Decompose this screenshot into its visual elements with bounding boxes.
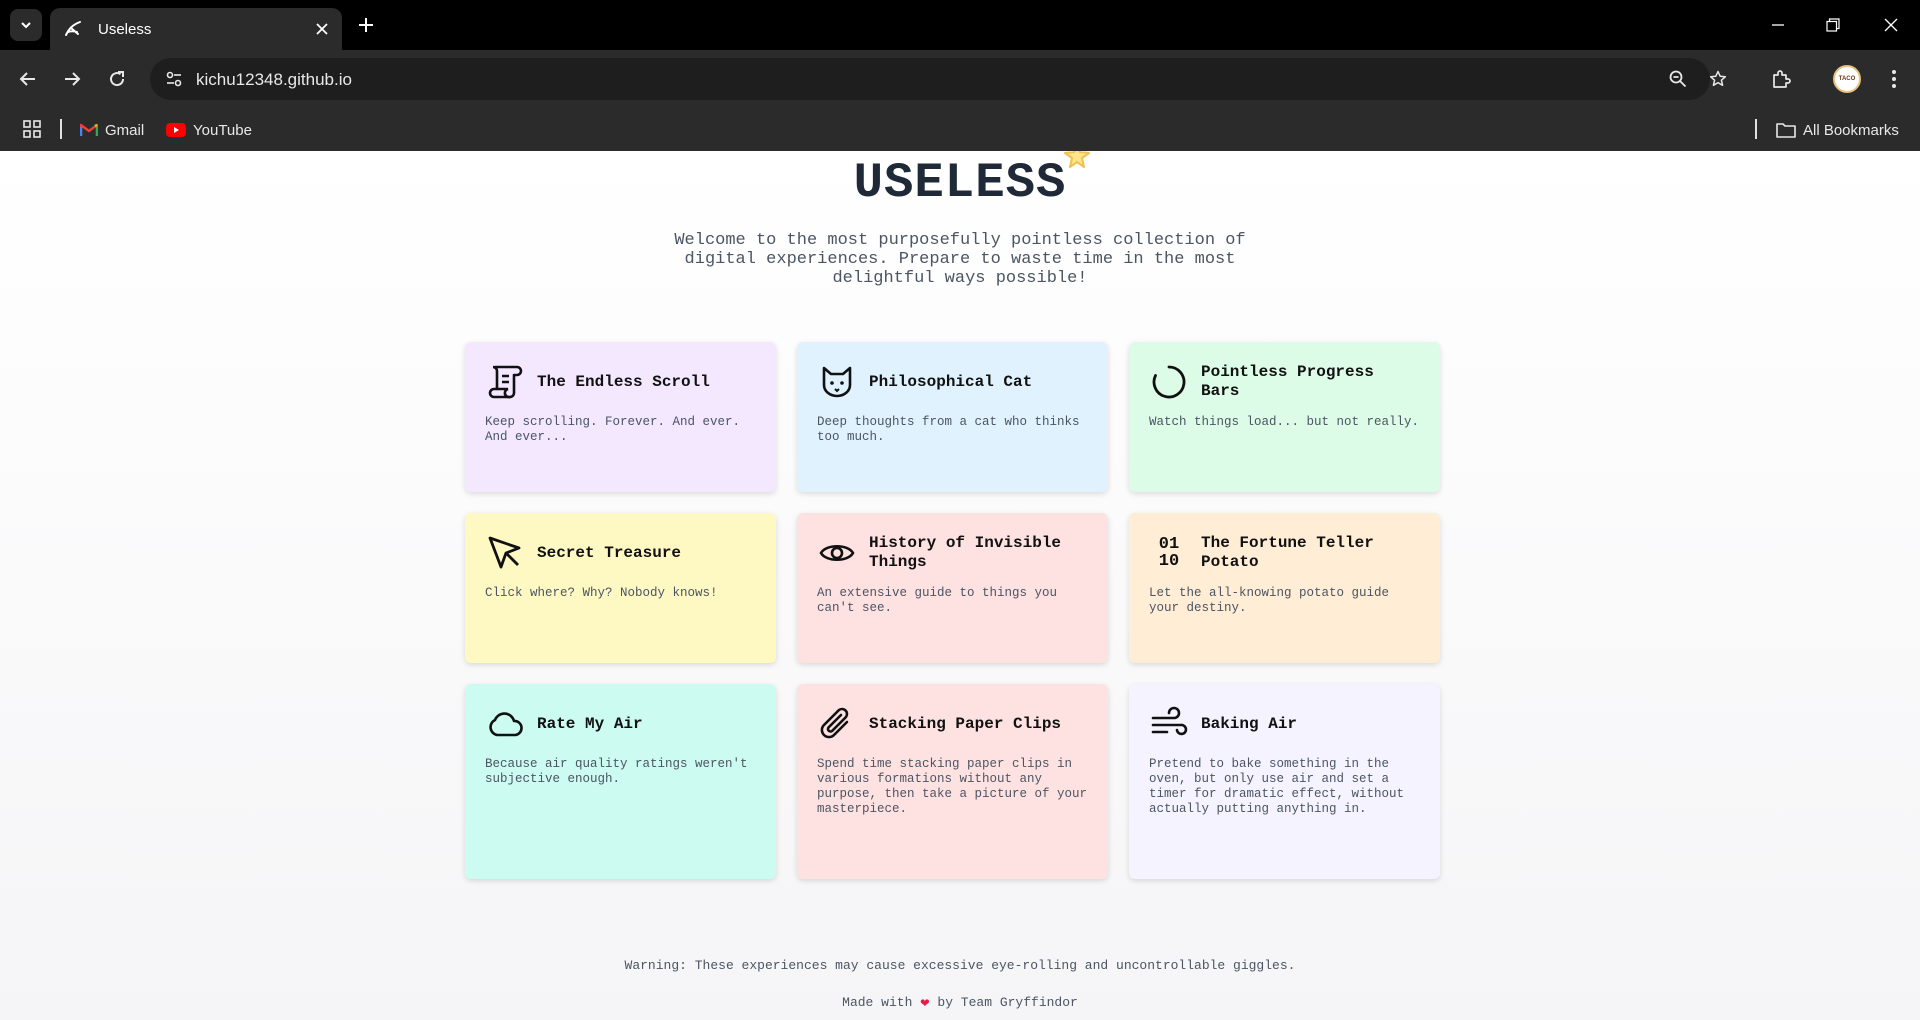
restore-icon (1826, 18, 1840, 32)
close-window-button[interactable] (1874, 10, 1908, 40)
extensions-button[interactable] (1765, 63, 1797, 95)
avatar-text: TACO (1838, 76, 1856, 82)
eye-icon (817, 533, 857, 573)
reload-icon (110, 71, 125, 87)
footer-credit-prefix: Made with (842, 995, 913, 1010)
page-subtitle: Welcome to the most purposefully pointle… (674, 231, 1246, 288)
bookmark-gmail[interactable]: Gmail (80, 118, 144, 142)
bookmarks-divider (1755, 119, 1757, 139)
card-title: Secret Treasure (537, 543, 682, 562)
scroll-icon (485, 362, 525, 402)
wind-icon (1149, 704, 1189, 744)
bookmarks-bar: Gmail YouTube All Bookmarks (0, 108, 1920, 151)
bookmark-label: Gmail (105, 121, 145, 139)
card-description: Pretend to bake something in the oven, b… (1149, 757, 1405, 816)
card-endless-scroll[interactable]: The Endless Scroll Keep scrolling. Forev… (465, 342, 776, 492)
all-bookmarks-button[interactable]: All Bookmarks (1776, 118, 1899, 142)
card-title: History of Invisible Things (869, 534, 1062, 571)
bookmarks-divider (60, 119, 62, 139)
card-pointless-progress-bars[interactable]: Pointless Progress Bars Watch things loa… (1129, 342, 1440, 492)
forward-button[interactable] (56, 63, 88, 95)
url-text[interactable]: kichu12348.github.io (196, 70, 352, 90)
card-secret-treasure[interactable]: Secret Treasure Click where? Why? Nobody… (465, 513, 776, 663)
browser-toolbar: kichu12348.github.io TACO (0, 50, 1920, 108)
binary-icon-line: 01 (1158, 535, 1180, 554)
bookmark-star-button[interactable] (1704, 65, 1732, 93)
heart-icon: ❤ (920, 995, 930, 1012)
youtube-icon (166, 123, 186, 137)
card-philosophical-cat[interactable]: Philosophical Cat Deep thoughts from a c… (797, 342, 1108, 492)
zoom-out-icon (1669, 70, 1687, 88)
card-title: Baking Air (1201, 714, 1298, 733)
site-info-button[interactable] (158, 63, 190, 95)
active-tab[interactable]: Useless (50, 8, 342, 50)
card-rate-my-air[interactable]: Rate My Air Because air quality ratings … (465, 684, 776, 879)
bookmark-youtube[interactable]: YouTube (166, 118, 252, 142)
binary-icon: 01 10 (1149, 533, 1189, 573)
zoom-button[interactable] (1664, 65, 1692, 93)
card-fortune-teller-potato[interactable]: 01 10 The Fortune Teller Potato Let the a… (1129, 513, 1440, 663)
gmail-icon (80, 123, 98, 137)
minimize-button[interactable] (1761, 10, 1795, 40)
card-description: An extensive guide to things you can't s… (817, 586, 1058, 615)
plus-icon (359, 18, 373, 32)
address-bar[interactable]: kichu12348.github.io (150, 58, 1727, 100)
binary-icon-line: 10 (1158, 552, 1180, 571)
back-button[interactable] (12, 63, 44, 95)
new-tab-button[interactable] (352, 11, 380, 39)
all-bookmarks-label: All Bookmarks (1803, 121, 1899, 139)
apps-grid-icon (23, 120, 41, 138)
footer-credit-suffix: by Team Gryffindor (937, 995, 1078, 1010)
card-description: Keep scrolling. Forever. And ever. And e… (485, 415, 741, 444)
reload-button[interactable] (101, 63, 133, 95)
card-description: Deep thoughts from a cat who thinks too … (817, 415, 1080, 444)
card-baking-air[interactable]: Baking Air Pretend to bake something in … (1129, 684, 1440, 879)
cursor-icon (485, 533, 525, 573)
browser-menu-button[interactable] (1878, 63, 1910, 95)
close-tab-button[interactable] (310, 17, 334, 41)
card-title: Pointless Progress Bars (1201, 363, 1374, 400)
footer-credit: Made with ❤ by Team Gryffindor (0, 993, 1920, 1012)
close-icon (316, 23, 328, 35)
card-description: Let the all-knowing potato guide your de… (1149, 586, 1390, 615)
arrow-right-icon (65, 72, 81, 86)
page-title: USELESS (853, 155, 1067, 211)
puzzle-icon (1773, 70, 1791, 88)
card-description: Click where? Why? Nobody knows! (485, 586, 718, 600)
card-title: The Fortune Teller Potato (1201, 534, 1374, 571)
site-favicon-icon (62, 18, 84, 40)
card-title: The Endless Scroll (537, 372, 710, 391)
tab-title: Useless (98, 20, 152, 38)
tune-icon (166, 71, 182, 87)
card-stacking-paper-clips[interactable]: Stacking Paper Clips Spend time stacking… (797, 684, 1108, 879)
paperclip-icon (817, 704, 857, 744)
footer-warning: Warning: These experiences may cause exc… (624, 958, 1296, 973)
card-title: Rate My Air (537, 714, 643, 733)
close-icon (1884, 18, 1898, 32)
apps-button[interactable] (20, 117, 44, 141)
chevron-down-icon (21, 22, 31, 29)
card-description: Because air quality ratings weren't subj… (485, 757, 748, 786)
more-vertical-icon (1892, 70, 1896, 88)
restore-button[interactable] (1816, 10, 1850, 40)
card-history-invisible-things[interactable]: History of Invisible Things An extensive… (797, 513, 1108, 663)
folder-icon (1776, 122, 1796, 138)
loader-icon (1149, 362, 1189, 402)
card-title: Stacking Paper Clips (869, 714, 1062, 733)
minimize-icon (1772, 24, 1784, 26)
arrow-left-icon (19, 72, 35, 86)
star-outline-icon (1709, 70, 1727, 87)
tab-search-button[interactable] (10, 9, 42, 41)
card-description: Watch things load... but not really. (1149, 415, 1420, 429)
tab-strip: Useless (0, 0, 1920, 50)
cat-icon (817, 362, 857, 402)
card-title: Philosophical Cat (869, 372, 1033, 391)
page-content: USELESS Welcome to the most purposefully… (0, 151, 1920, 1020)
bookmark-label: YouTube (193, 121, 252, 139)
card-description: Spend time stacking paper clips in vario… (817, 757, 1088, 816)
profile-avatar[interactable]: TACO (1833, 65, 1861, 93)
cloud-icon (485, 704, 525, 744)
